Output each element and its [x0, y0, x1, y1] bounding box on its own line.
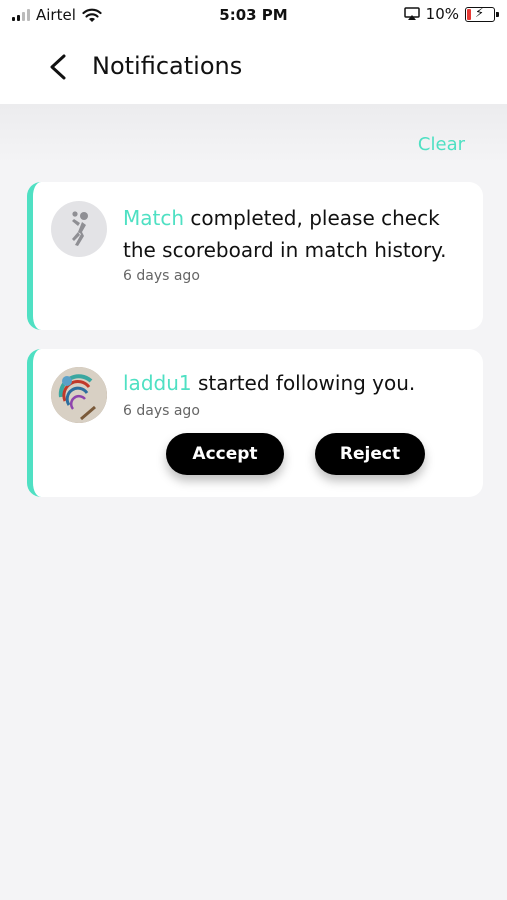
notification-message: Match completed, please check the scoreb… [123, 202, 473, 266]
match-avatar [51, 201, 107, 257]
user-avatar[interactable] [51, 367, 107, 423]
battery-icon: ⚡ [465, 6, 499, 22]
page-title: Notifications [92, 52, 243, 80]
status-bar: Airtel 5:03 PM 10% ⚡ [0, 0, 507, 34]
app-header: Notifications [0, 34, 507, 104]
notification-card[interactable]: laddu1 started following you. 6 days ago… [27, 349, 483, 497]
status-right: 10% ⚡ [403, 5, 499, 23]
notification-time: 6 days ago [123, 268, 200, 284]
username-link[interactable]: laddu1 [123, 371, 192, 395]
notification-card[interactable]: Match completed, please check the scoreb… [27, 182, 483, 330]
notification-highlight[interactable]: Match [123, 206, 184, 230]
airplay-icon [403, 7, 420, 20]
avatar-image [51, 367, 107, 423]
clear-button[interactable]: Clear [418, 134, 465, 155]
reject-button[interactable]: Reject [315, 433, 425, 475]
battery-percent: 10% [425, 5, 459, 23]
chevron-left-icon [50, 54, 66, 80]
notification-text: started following you. [191, 371, 416, 395]
notifications-content: Clear Match completed, please check the … [0, 104, 507, 900]
notification-time: 6 days ago [123, 403, 200, 419]
back-button[interactable] [44, 50, 74, 84]
volleyball-player-icon [72, 211, 88, 246]
notification-message: laddu1 started following you. [123, 367, 473, 399]
accept-button[interactable]: Accept [166, 433, 284, 475]
